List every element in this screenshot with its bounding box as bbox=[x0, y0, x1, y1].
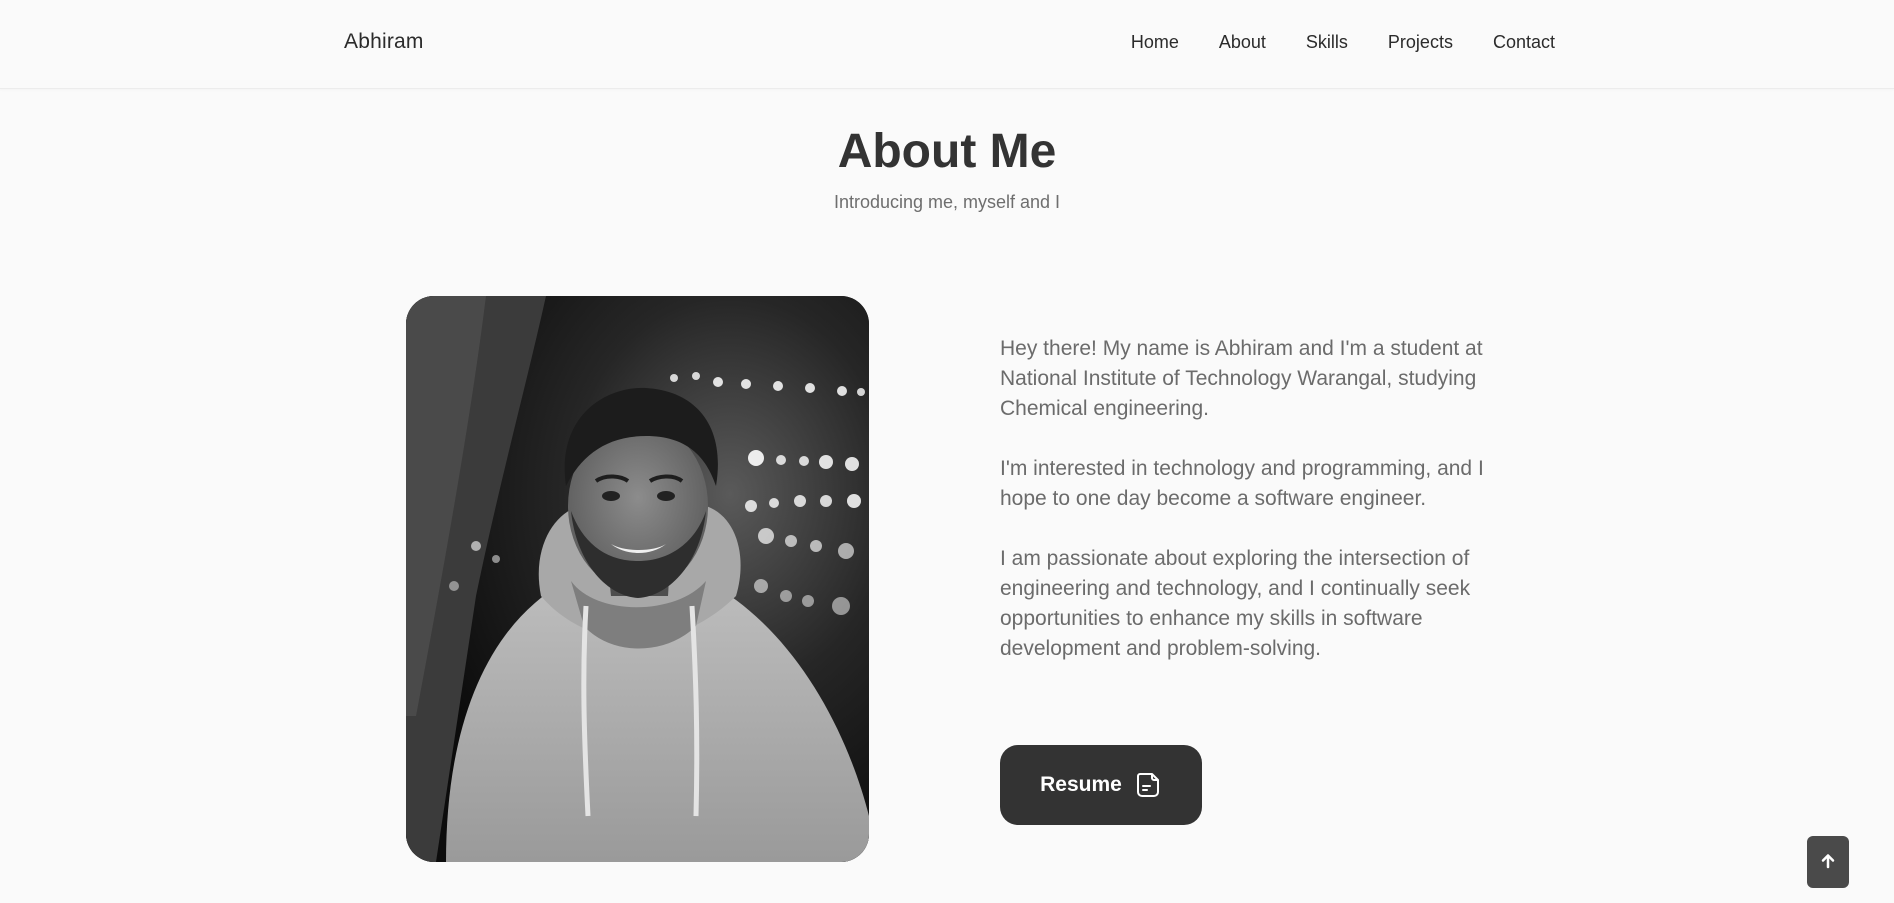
about-paragraph-3: I am passionate about exploring the inte… bbox=[1000, 547, 1471, 660]
about-text: Hey there! My name is Abhiram and I'm a … bbox=[1000, 334, 1500, 694]
nav-contact[interactable]: Contact bbox=[1493, 32, 1555, 53]
site-header: Abhiram Home About Skills Projects Conta… bbox=[0, 0, 1894, 89]
arrow-up-icon bbox=[1818, 851, 1838, 874]
nav-home[interactable]: Home bbox=[1131, 32, 1179, 53]
page-title: About Me bbox=[837, 125, 1057, 178]
nav-projects[interactable]: Projects bbox=[1388, 32, 1453, 53]
resume-button-label: Resume bbox=[1040, 773, 1122, 796]
page-subtitle: Introducing me, myself and I bbox=[833, 192, 1061, 212]
profile-photo bbox=[406, 296, 869, 862]
nav-about[interactable]: About bbox=[1219, 32, 1266, 53]
main-nav: Home About Skills Projects Contact bbox=[1131, 32, 1555, 53]
brand-logo[interactable]: Abhiram bbox=[344, 30, 424, 54]
nav-skills[interactable]: Skills bbox=[1306, 32, 1348, 53]
about-paragraph-2: I'm interested in technology and program… bbox=[1000, 457, 1484, 510]
profile-photo-image bbox=[406, 296, 869, 862]
resume-button[interactable]: Resume bbox=[1000, 745, 1202, 825]
scroll-to-top-button[interactable] bbox=[1807, 836, 1849, 888]
document-icon bbox=[1134, 771, 1162, 799]
about-paragraph-1: Hey there! My name is Abhiram and I'm a … bbox=[1000, 337, 1483, 420]
